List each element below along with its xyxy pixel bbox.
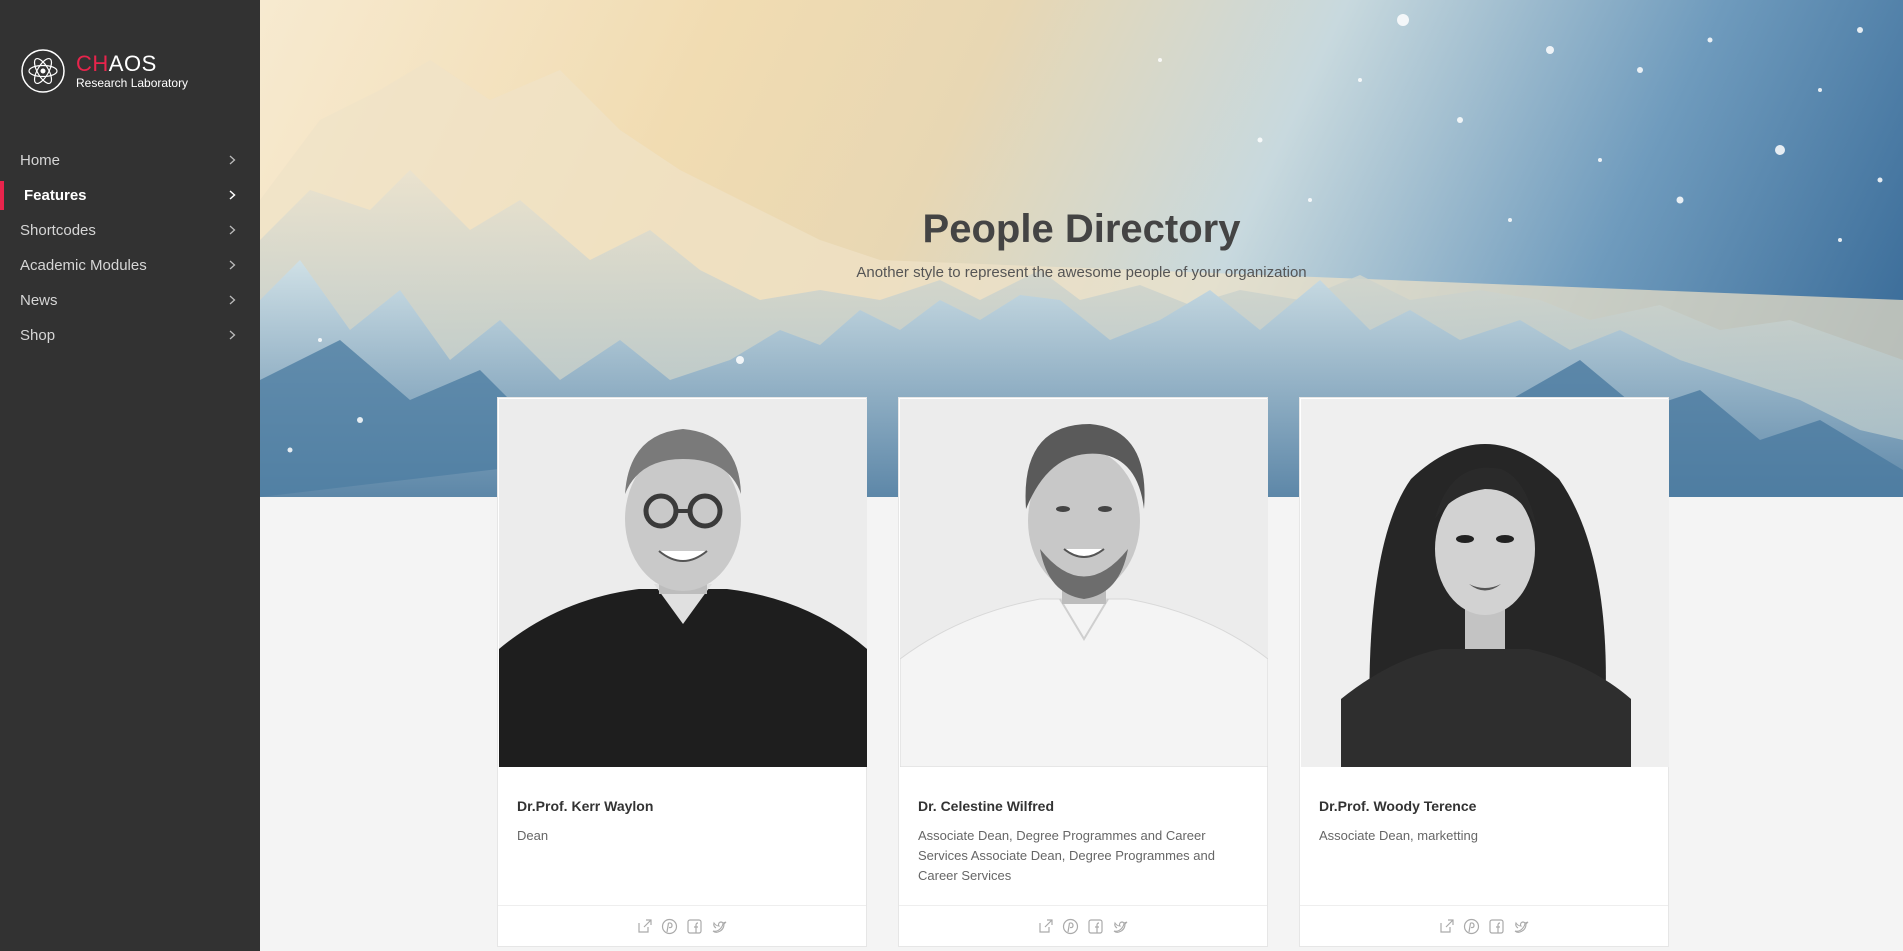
nav-item-label: Shortcodes [20, 222, 96, 239]
person-portrait-image [900, 399, 1268, 767]
twitter-icon[interactable] [711, 918, 728, 935]
nav-item-label: Shop [20, 327, 56, 344]
chevron-right-icon [229, 225, 236, 235]
person-photo [499, 399, 867, 767]
person-card[interactable]: Dr. Celestine Wilfred Associate Dean, De… [898, 397, 1268, 947]
twitter-icon[interactable] [1112, 918, 1129, 935]
chevron-right-icon [229, 260, 236, 270]
chevron-right-icon [229, 330, 236, 340]
pinterest-icon[interactable] [661, 918, 678, 935]
external-link-icon[interactable] [636, 918, 653, 935]
facebook-icon[interactable] [1488, 918, 1505, 935]
atom-logo-icon [21, 49, 65, 93]
nav-item-label: Home [20, 152, 61, 169]
pinterest-icon[interactable] [1463, 918, 1480, 935]
people-grid: Dr.Prof. Kerr Waylon Dean Dr. Celestine … [497, 397, 1669, 947]
person-photo [1301, 399, 1669, 767]
page-title: People Directory [922, 207, 1241, 251]
chevron-right-icon [229, 155, 236, 165]
brand-subtitle: Research Laboratory [76, 76, 189, 90]
nav-item-home[interactable]: Home [0, 143, 260, 178]
person-portrait-image [1301, 399, 1669, 767]
nav-item-news[interactable]: News [0, 283, 260, 318]
social-links [498, 905, 866, 946]
person-role: Dean [517, 828, 549, 843]
nav-item-academic-modules[interactable]: Academic Modules [0, 248, 260, 283]
person-role: Associate Dean, marketting [1319, 828, 1478, 843]
nav-item-label: Academic Modules [20, 257, 147, 274]
sidebar: CHAOS Research Laboratory Home Features … [0, 0, 260, 951]
twitter-icon[interactable] [1513, 918, 1530, 935]
nav-item-features[interactable]: Features [0, 178, 260, 213]
person-portrait-image [499, 399, 867, 767]
person-name[interactable]: Dr.Prof. Kerr Waylon [517, 798, 653, 814]
main-nav: Home Features Shortcodes Academic Module… [0, 143, 260, 353]
page-subtitle: Another style to represent the awesome p… [856, 264, 1307, 281]
chevron-right-icon [229, 190, 236, 200]
facebook-icon[interactable] [1087, 918, 1104, 935]
social-links [1300, 905, 1668, 946]
external-link-icon[interactable] [1438, 918, 1455, 935]
person-card[interactable]: Dr.Prof. Kerr Waylon Dean [497, 397, 867, 947]
nav-item-shop[interactable]: Shop [0, 318, 260, 353]
nav-item-shortcodes[interactable]: Shortcodes [0, 213, 260, 248]
person-name[interactable]: Dr. Celestine Wilfred [918, 798, 1054, 814]
nav-item-label: News [20, 292, 58, 309]
person-photo [900, 399, 1268, 767]
external-link-icon[interactable] [1037, 918, 1054, 935]
person-name[interactable]: Dr.Prof. Woody Terence [1319, 798, 1476, 814]
facebook-icon[interactable] [686, 918, 703, 935]
nav-item-label: Features [24, 187, 87, 204]
person-card[interactable]: Dr.Prof. Woody Terence Associate Dean, m… [1299, 397, 1669, 947]
chevron-right-icon [229, 295, 236, 305]
person-role: Associate Dean, Degree Programmes and Ca… [918, 828, 1215, 883]
pinterest-icon[interactable] [1062, 918, 1079, 935]
brand-name: CHAOS [76, 51, 157, 76]
social-links [899, 905, 1267, 946]
brand-logo-link[interactable]: CHAOS Research Laboratory [20, 48, 188, 94]
